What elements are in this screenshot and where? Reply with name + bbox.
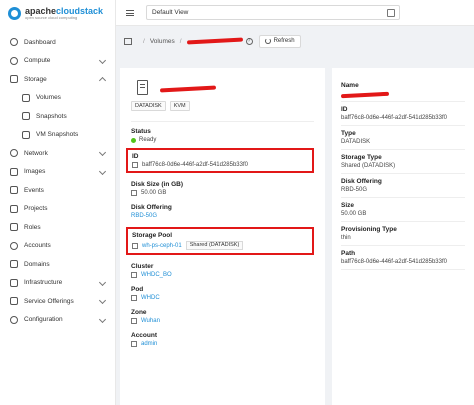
sidebar-menu: Dashboard Compute Storage Volumes Snapsh… [0, 26, 115, 329]
logo[interactable]: apachecloudstack open source cloud compu… [0, 0, 115, 26]
sidebar-item-domains[interactable]: Domains [0, 255, 115, 274]
user-icon [131, 341, 137, 347]
sidebar-item-images[interactable]: Images [0, 163, 115, 182]
sidebar-item-configuration[interactable]: Configuration [0, 311, 115, 330]
view-selector[interactable]: Default View [146, 5, 400, 20]
wifi-icon [10, 149, 18, 158]
chevron-down-icon [98, 167, 107, 175]
chevron-down-icon [98, 296, 107, 305]
hypervisor-tag: KVM [169, 101, 190, 111]
sidebar: apachecloudstack open source cloud compu… [0, 0, 116, 405]
divider [131, 121, 314, 122]
disk-offering-field: Disk Offering RBD-50G [131, 204, 314, 219]
status-dot-icon [131, 137, 136, 143]
barcode-icon [132, 162, 138, 168]
summary-name: Name [340, 78, 465, 102]
hdd-icon [22, 93, 30, 102]
chevron-up-icon [98, 76, 107, 85]
schedule-icon [10, 186, 18, 195]
disk-offering-link[interactable]: RBD-50G [131, 213, 314, 219]
breadcrumb-volumes[interactable]: Volumes [150, 38, 175, 45]
database-icon [132, 242, 138, 249]
sidebar-item-dashboard[interactable]: Dashboard [0, 33, 115, 52]
redacted-volume-name [159, 85, 217, 92]
chevron-down-icon [98, 315, 107, 323]
zone-field: Zone Wuhan [131, 309, 160, 324]
sidebar-item-vm-snapshots[interactable]: VM Snapshots [0, 126, 115, 145]
setting-icon [10, 315, 18, 324]
sidebar-item-compute[interactable]: Compute [0, 52, 115, 71]
sidebar-item-infrastructure[interactable]: Infrastructure [0, 274, 115, 293]
sidebar-item-volumes[interactable]: Volumes [0, 89, 115, 108]
camera-icon [22, 130, 30, 139]
hdd-icon [131, 190, 137, 196]
team-icon [10, 241, 18, 250]
account-link[interactable]: admin [141, 341, 157, 347]
picture-icon [10, 167, 18, 176]
redacted-volume-name [186, 37, 243, 45]
sidebar-item-network[interactable]: Network [0, 144, 115, 163]
id-field: ID baff76c8-0d6e-446f-a2df-541d285b33f0 [126, 148, 314, 173]
hdd-icon [137, 80, 148, 95]
pod-field: Pod WHDC [131, 286, 160, 301]
summary-disk-offering: Disk Offering RBD-50G [341, 174, 465, 198]
cloud-icon [10, 56, 18, 65]
account-field: Account admin [131, 332, 158, 347]
bank-icon [10, 278, 18, 287]
home-icon[interactable] [124, 37, 132, 45]
idcard-icon [10, 223, 18, 232]
summary-id: ID baff76c8-0d6e-446f-a2df-541d285b33f0 [341, 102, 465, 126]
reload-icon [264, 38, 271, 44]
summary-provisioning-type: Provisioning Type thin [341, 222, 465, 246]
pod-icon [131, 295, 137, 301]
sidebar-item-roles[interactable]: Roles [0, 218, 115, 237]
cloudstack-logo-icon [8, 6, 21, 20]
globe-icon [131, 318, 137, 324]
sidebar-item-snapshots[interactable]: Snapshots [0, 107, 115, 126]
cluster-icon [131, 272, 137, 278]
build-icon [22, 112, 30, 121]
sidebar-item-projects[interactable]: Projects [0, 200, 115, 219]
details-summary-card: Name ID baff76c8-0d6e-446f-a2df-541d285b… [332, 68, 474, 405]
summary-path: Path baff76c8-0d6e-446f-a2df-541d285b33f… [341, 246, 465, 270]
redacted-volume-name [340, 91, 390, 99]
chevron-down-icon [98, 56, 107, 64]
project-icon [10, 204, 18, 213]
summary-size: Size 50.00 GB [341, 198, 465, 222]
sidebar-item-accounts[interactable]: Accounts [0, 237, 115, 256]
cluster-field: Cluster WHDC_BO [131, 263, 172, 278]
dashboard-icon [10, 38, 18, 47]
status-badge: Ready [139, 137, 157, 143]
storage-type-tag: Shared (DATADISK) [185, 241, 244, 250]
chevron-down-icon [98, 278, 107, 286]
type-tag: DATADISK [131, 101, 166, 111]
shopping-icon [10, 297, 18, 306]
zone-link[interactable]: Wuhan [141, 318, 160, 324]
resource-tags: DATADISK KVM [131, 101, 314, 111]
refresh-button[interactable]: Refresh [258, 34, 301, 48]
summary-storage-type: Storage Type Shared (DATADISK) [341, 150, 465, 174]
sidebar-item-service-offerings[interactable]: Service Offerings [0, 292, 115, 311]
pod-link[interactable]: WHDC [141, 295, 160, 301]
storage-pool-link[interactable]: wh-ps-ceph-01 [142, 243, 182, 249]
menu-toggle-icon[interactable] [126, 9, 134, 16]
storage-pool-field: Storage Pool wh-ps-ceph-01 Shared (DATADI… [126, 227, 314, 255]
breadcrumb: / Volumes / ? Refresh [116, 30, 474, 52]
brand-tagline: open source cloud computing [25, 14, 78, 20]
disk-size-field: Disk Size (in GB) 50.00 GB [131, 181, 184, 196]
top-bar: Default View [116, 0, 474, 26]
block-icon [10, 260, 18, 269]
status-field: Status Ready [131, 128, 157, 143]
question-circle-icon[interactable]: ? [245, 37, 253, 45]
sidebar-item-events[interactable]: Events [0, 181, 115, 200]
resource-detail-card: DATADISK KVM Status Ready ID baff76c8-0d… [120, 68, 325, 405]
sidebar-item-storage[interactable]: Storage [0, 70, 115, 89]
summary-type: Type DATADISK [341, 126, 465, 150]
chevron-down-icon [98, 148, 107, 157]
project-icon [387, 9, 395, 17]
database-icon [10, 75, 18, 84]
cluster-link[interactable]: WHDC_BO [141, 272, 172, 278]
